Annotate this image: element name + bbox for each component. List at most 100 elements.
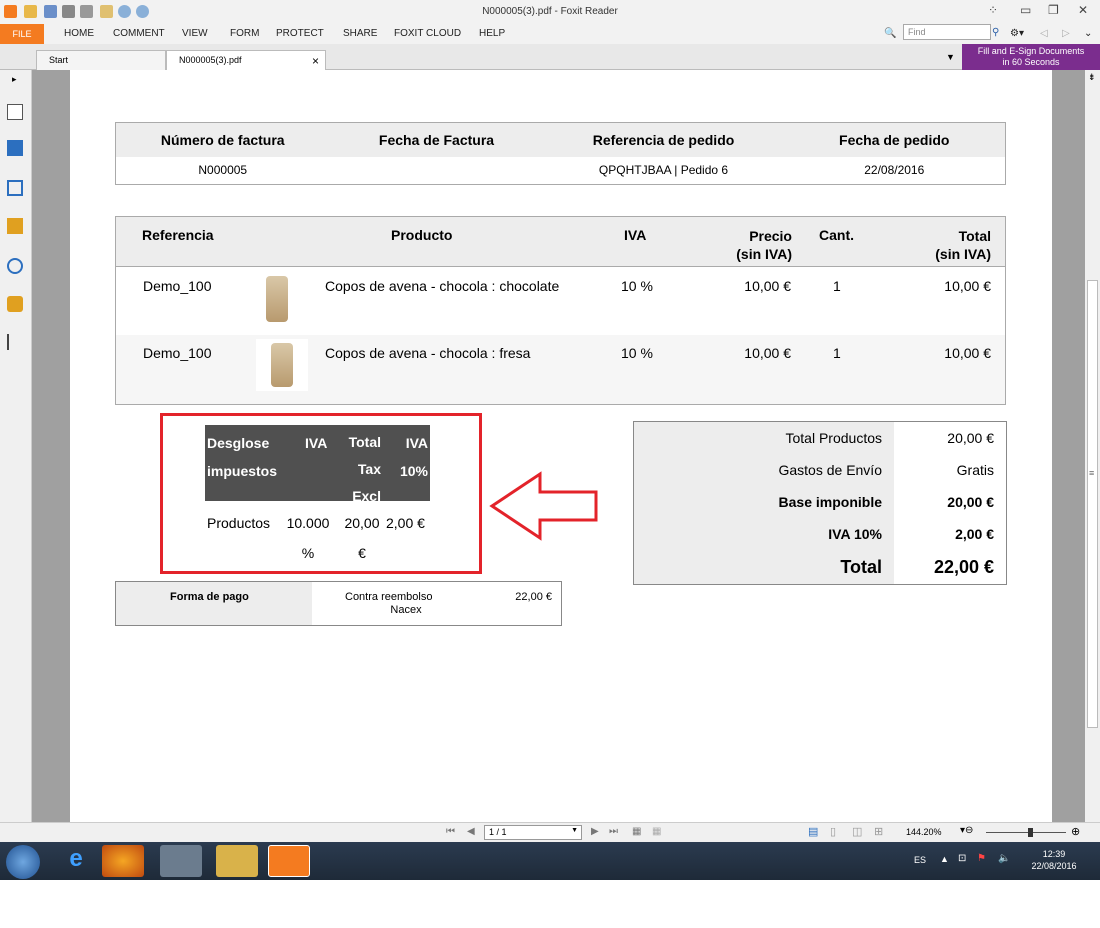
header-invoice-date: Fecha de Factura (378, 131, 495, 148)
language-indicator[interactable]: ES (914, 855, 926, 865)
product-image (271, 343, 293, 387)
tax-header-iva-rate-line1: IVA (405, 435, 428, 451)
next-page-icon[interactable]: ▶ (591, 826, 599, 837)
tab-document[interactable]: N000005(3).pdf × (166, 50, 326, 70)
menu-view[interactable]: VIEW (182, 28, 208, 39)
row-price: 10,00 € (744, 278, 791, 294)
search-icon[interactable]: ⚲ (992, 27, 999, 38)
attachments-icon[interactable] (7, 258, 23, 274)
settings-icon[interactable]: ⚙▾ (1010, 28, 1024, 39)
layers-icon[interactable] (7, 180, 23, 196)
pages-icon[interactable] (7, 104, 23, 120)
single-page-icon[interactable]: ▤ (808, 825, 818, 838)
invoice-date (330, 157, 544, 185)
next-result-icon[interactable]: ▷ (1062, 28, 1070, 39)
zoom-level[interactable]: 144.20% (906, 827, 942, 837)
menu-form[interactable]: FORM (230, 28, 259, 39)
prev-page-icon[interactable]: ◀ (467, 826, 475, 837)
totals-label: Gastos de Envío (778, 462, 882, 478)
tab-document-label: N000005(3).pdf (179, 55, 242, 65)
collapse-ribbon-icon[interactable]: ⌄ (1084, 28, 1092, 39)
file-menu[interactable]: FILE (0, 24, 44, 44)
last-page-icon[interactable]: ⏭ (609, 826, 618, 837)
minimize-button[interactable]: ▭ (1020, 3, 1031, 17)
tax-row-excl: 20,00 € (340, 508, 384, 568)
cover-icon[interactable]: ⊞ (874, 825, 883, 838)
close-tab-icon[interactable]: × (312, 54, 319, 68)
facing-icon[interactable]: ◫ (852, 825, 862, 838)
network-icon[interactable]: ⊡ (958, 853, 966, 864)
tax-row-excl-line2: € (358, 545, 366, 561)
payment-method: Contra reembolso Nacex (316, 591, 496, 617)
dropdown-icon[interactable]: ▼ (946, 52, 955, 62)
row-total: 10,00 € (944, 278, 991, 294)
zoom-dropdown-icon[interactable]: ▾⊖ (960, 825, 973, 836)
menu-help[interactable]: HELP (479, 28, 505, 39)
copy-page-icon[interactable]: ▦ (632, 826, 641, 837)
explorer-icon[interactable] (216, 845, 258, 877)
tray-arrow-icon[interactable]: ▲ (940, 854, 949, 864)
invoice-header-table: Número de factura Fecha de Factura Refer… (115, 122, 1006, 185)
promo-banner[interactable]: Fill and E-Sign Documents in 60 Seconds (962, 44, 1100, 70)
continuous-icon[interactable]: ▯ (830, 825, 836, 838)
menu-share[interactable]: SHARE (343, 28, 377, 39)
menu-bar: FILE HOME COMMENT VIEW FORM PROTECT SHAR… (0, 24, 1100, 44)
volume-icon[interactable]: 🔈 (998, 853, 1010, 864)
col-total-line2: (sin IVA) (935, 246, 991, 262)
clock-date: 22/08/2016 (1031, 861, 1077, 871)
totals-value: 20,00 € (947, 494, 994, 510)
clock[interactable]: 12:39 22/08/2016 (1026, 848, 1082, 872)
close-window-button[interactable]: ✕ (1078, 3, 1088, 17)
totals-label: IVA 10% (828, 526, 882, 542)
totals-label: Total Productos (785, 430, 883, 446)
zoom-slider[interactable] (986, 832, 1066, 833)
status-bar: ⏮ ◀ 1 / 1 ▼ ▶ ⏭ ▦ ▦ ▤ ▯ ◫ ⊞ 144.20% ▾⊖ ⊕ (0, 822, 1100, 842)
firefox-icon[interactable] (102, 845, 144, 877)
tax-row-iva-line1: 10.000 (286, 515, 330, 531)
restore-button[interactable]: ❐ (1048, 3, 1059, 17)
paste-page-icon[interactable]: ▦ (652, 826, 661, 837)
tax-header-total: Total Tax Excl (345, 429, 381, 510)
ie-icon[interactable]: e (55, 845, 97, 877)
page-input[interactable]: 1 / 1 ▼ (484, 825, 582, 840)
menu-protect[interactable]: PROTECT (276, 28, 324, 39)
find-input[interactable]: Find (903, 24, 991, 40)
title-bar: N000005(3).pdf - Foxit Reader ⁘ ▭ ❐ ✕ (0, 0, 1100, 24)
menu-comment[interactable]: COMMENT (113, 28, 165, 39)
split-icon[interactable]: ⇟ (1088, 72, 1096, 83)
tax-header-label-line1: Desglose (207, 435, 270, 451)
start-button[interactable] (6, 845, 40, 879)
signature-icon[interactable] (7, 334, 23, 350)
totals-row: Base imponible 20,00 € (634, 490, 1006, 520)
totals-value: Gratis (956, 462, 994, 478)
app-icon[interactable] (160, 845, 202, 877)
vertical-scrollbar[interactable]: ⇟ ≡ (1085, 70, 1100, 822)
tab-start[interactable]: Start (36, 50, 166, 70)
zoom-slider-handle[interactable] (1028, 828, 1033, 837)
payment-amount: 22,00 € (515, 591, 552, 603)
order-date: 22/08/2016 (864, 163, 925, 178)
action-center-icon[interactable]: ⚑ (977, 853, 986, 864)
page-dropdown-icon[interactable]: ▼ (571, 827, 578, 834)
lock-icon[interactable] (7, 296, 23, 312)
prev-result-icon[interactable]: ◁ (1040, 28, 1048, 39)
tax-header-total-line2: Tax (357, 461, 381, 477)
totals-row-grand: Total 22,00 € (634, 552, 1006, 584)
foxit-taskbar-icon[interactable] (268, 845, 310, 877)
taskbar: e ES ▲ ⊡ ⚑ 🔈 12:39 22/08/2016 (0, 842, 1100, 880)
menu-foxit-cloud[interactable]: FOXIT CLOUD (394, 28, 461, 39)
ribbon-options-icon[interactable]: ⁘ (988, 3, 998, 17)
first-page-icon[interactable]: ⏮ (446, 826, 455, 837)
tax-header-iva-rate-line2: 10% (399, 463, 428, 479)
payment-label-cell: Forma de pago (116, 582, 312, 625)
col-iva: IVA (624, 227, 647, 243)
zoom-in-icon[interactable]: ⊕ (1071, 825, 1080, 838)
row-qty: 1 (833, 278, 841, 294)
row-iva: 10 % (621, 278, 653, 294)
expand-icon[interactable]: ▸ (12, 74, 28, 90)
scroll-grip-icon: ≡ (1089, 468, 1095, 478)
scrollbar-thumb[interactable] (1087, 280, 1098, 728)
comments-icon[interactable] (7, 218, 23, 234)
thumbnails-icon[interactable] (7, 140, 23, 156)
menu-home[interactable]: HOME (64, 28, 94, 39)
